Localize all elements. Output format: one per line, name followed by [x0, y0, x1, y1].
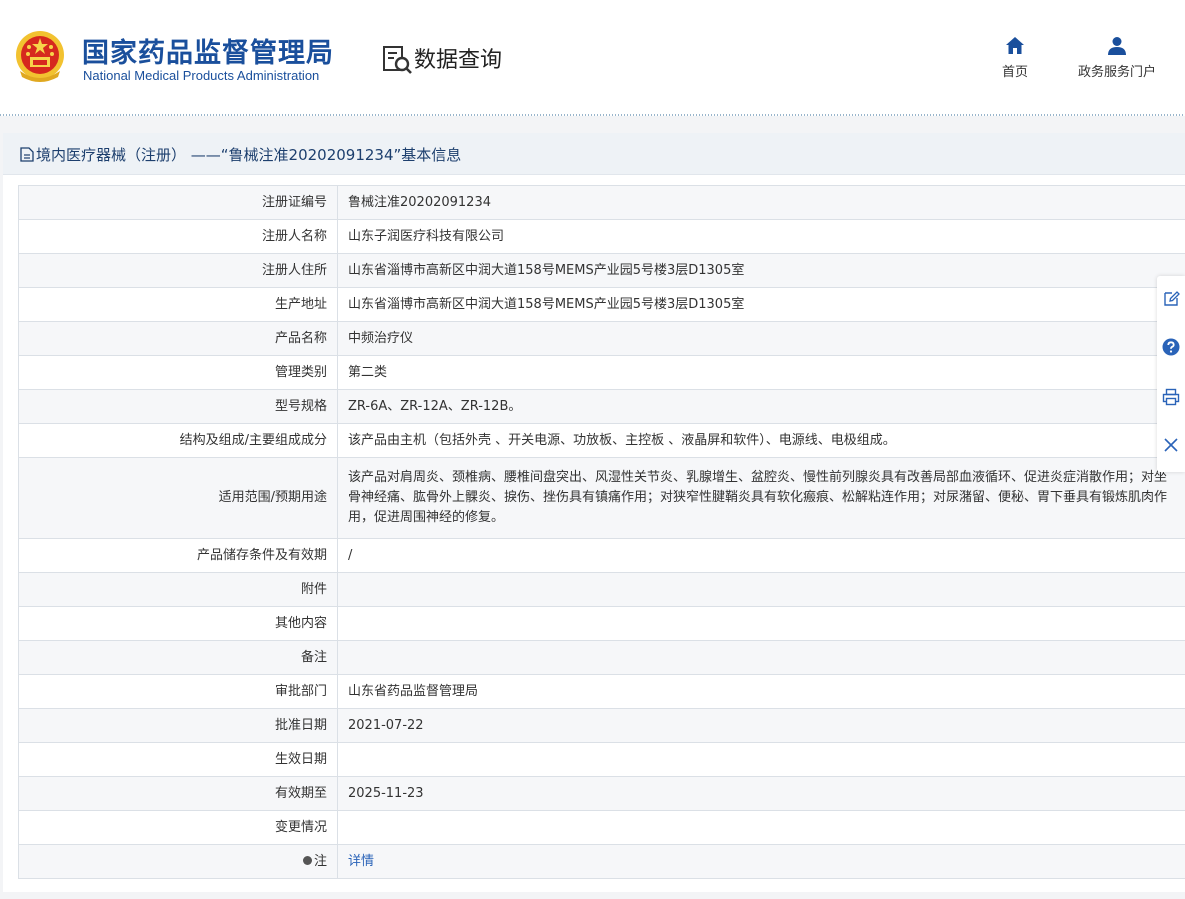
- field-label: 附件: [18, 572, 338, 607]
- table-row: 型号规格 ZR-6A、ZR-12A、ZR-12B。: [18, 389, 1185, 424]
- field-label: 管理类别: [18, 355, 338, 390]
- field-value: 详情: [337, 844, 1185, 879]
- field-label: 注册人住所: [18, 253, 338, 288]
- note-label-cell: 注: [18, 844, 338, 879]
- panel-header: 境内医疗器械（注册） ——“鲁械注准20202091234”基本信息: [3, 133, 1185, 175]
- section-title: 数据查询: [414, 48, 503, 73]
- field-value: 第二类: [337, 355, 1185, 390]
- field-label: 其他内容: [18, 606, 338, 641]
- document-icon: [20, 147, 34, 162]
- field-label: 适用范围/预期用途: [18, 457, 338, 539]
- field-value: 山东省淄博市高新区中润大道158号MEMS产业园5号楼3层D1305室: [337, 253, 1185, 288]
- field-label: 变更情况: [18, 810, 338, 845]
- panel-title: 境内医疗器械（注册） ——“鲁械注准20202091234”基本信息: [36, 146, 462, 164]
- table-row: 注册人名称 山东子润医疗科技有限公司: [18, 219, 1185, 254]
- field-label: 注: [313, 853, 327, 869]
- field-label: 生效日期: [18, 742, 338, 777]
- site-title-english: National Medical Products Administration: [83, 68, 320, 83]
- field-label: 有效期至: [18, 776, 338, 811]
- edit-button[interactable]: [1157, 276, 1185, 322]
- detail-panel: 境内医疗器械（注册） ——“鲁械注准20202091234”基本信息 注册证编号…: [3, 133, 1185, 892]
- print-icon: [1162, 388, 1180, 406]
- field-value: [337, 810, 1185, 845]
- nav-service-portal-label: 政务服务门户: [1078, 65, 1157, 80]
- lightbulb-icon: [302, 855, 312, 865]
- field-value: 该产品由主机（包括外壳 、开关电源、功放板、主控板 、液晶屏和软件）、电源线、电…: [337, 423, 1185, 458]
- info-table: 注册证编号 鲁械注准20202091234 注册人名称 山东子润医疗科技有限公司 注…: [18, 185, 1185, 879]
- field-label: 生产地址: [18, 287, 338, 322]
- site-title: 国家药品监督管理局: [82, 38, 334, 69]
- user-icon: [1108, 37, 1126, 55]
- field-value: 2021-07-22: [337, 708, 1185, 743]
- help-icon: [1162, 338, 1180, 356]
- field-label: 结构及组成/主要组成成分: [18, 423, 338, 458]
- field-label: 产品储存条件及有效期: [18, 538, 338, 573]
- field-value: 中频治疗仪: [337, 321, 1185, 356]
- field-value: 2025-11-23: [337, 776, 1185, 811]
- print-button[interactable]: [1157, 374, 1185, 420]
- table-row: 管理类别 第二类: [18, 355, 1185, 390]
- field-label: 注册人名称: [18, 219, 338, 254]
- field-label: 产品名称: [18, 321, 338, 356]
- table-row: 批准日期 2021-07-22: [18, 708, 1185, 743]
- field-label: 审批部门: [18, 674, 338, 709]
- field-value: [337, 606, 1185, 641]
- header-divider: [0, 114, 1185, 116]
- nav-service-portal[interactable]: 政务服务门户: [1078, 36, 1156, 80]
- close-button[interactable]: [1157, 422, 1185, 468]
- field-label: 注册证编号: [18, 185, 338, 220]
- table-row: 有效期至 2025-11-23: [18, 776, 1185, 811]
- table-row: 产品名称 中频治疗仪: [18, 321, 1185, 356]
- field-value: [337, 742, 1185, 777]
- field-value: 鲁械注准20202091234: [337, 185, 1185, 220]
- panel-title-wrap: 境内医疗器械（注册） ——“鲁械注准20202091234”基本信息: [20, 144, 461, 165]
- table-row: 其他内容: [18, 606, 1185, 641]
- table-row: 注册证编号 鲁械注准20202091234: [18, 185, 1185, 220]
- field-value: ZR-6A、ZR-12A、ZR-12B。: [337, 389, 1185, 424]
- table-row: 生产地址 山东省淄博市高新区中润大道158号MEMS产业园5号楼3层D1305室: [18, 287, 1185, 322]
- data-query-icon: [383, 46, 412, 74]
- table-row: 备注: [18, 640, 1185, 675]
- table-row: 产品储存条件及有效期 /: [18, 538, 1185, 573]
- field-value: [337, 572, 1185, 607]
- floating-toolbar: [1157, 276, 1185, 472]
- national-emblem-icon: [16, 31, 64, 82]
- field-value: [337, 640, 1185, 675]
- table-row: 注 详情: [18, 844, 1185, 879]
- nav-home-label: 首页: [1002, 65, 1029, 80]
- home-icon: [1006, 37, 1024, 54]
- site-header: 国家药品监督管理局 National Medical Products Admi…: [0, 0, 1185, 114]
- details-link[interactable]: 详情: [348, 854, 374, 869]
- help-button[interactable]: [1157, 324, 1185, 370]
- table-row: 注册人住所 山东省淄博市高新区中润大道158号MEMS产业园5号楼3层D1305室: [18, 253, 1185, 288]
- table-row: 生效日期: [18, 742, 1185, 777]
- field-label: 备注: [18, 640, 338, 675]
- field-label: 型号规格: [18, 389, 338, 424]
- field-value: 该产品对肩周炎、颈椎病、腰椎间盘突出、风湿性关节炎、乳腺增生、盆腔炎、慢性前列腺…: [337, 457, 1185, 539]
- table-row: 变更情况: [18, 810, 1185, 845]
- table-row: 结构及组成/主要组成成分 该产品由主机（包括外壳 、开关电源、功放板、主控板 、液…: [18, 423, 1185, 458]
- table-row: 审批部门 山东省药品监督管理局: [18, 674, 1185, 709]
- table-row: 附件: [18, 572, 1185, 607]
- field-value: 山东省药品监督管理局: [337, 674, 1185, 709]
- table-row: 适用范围/预期用途 该产品对肩周炎、颈椎病、腰椎间盘突出、风湿性关节炎、乳腺增生、…: [18, 457, 1185, 539]
- nav-home[interactable]: 首页: [1002, 36, 1028, 80]
- field-value: 山东省淄博市高新区中润大道158号MEMS产业园5号楼3层D1305室: [337, 287, 1185, 322]
- close-icon: [1164, 438, 1178, 452]
- field-value: 山东子润医疗科技有限公司: [337, 219, 1185, 254]
- field-label: 批准日期: [18, 708, 338, 743]
- field-value: /: [337, 538, 1185, 573]
- edit-icon: [1164, 291, 1180, 306]
